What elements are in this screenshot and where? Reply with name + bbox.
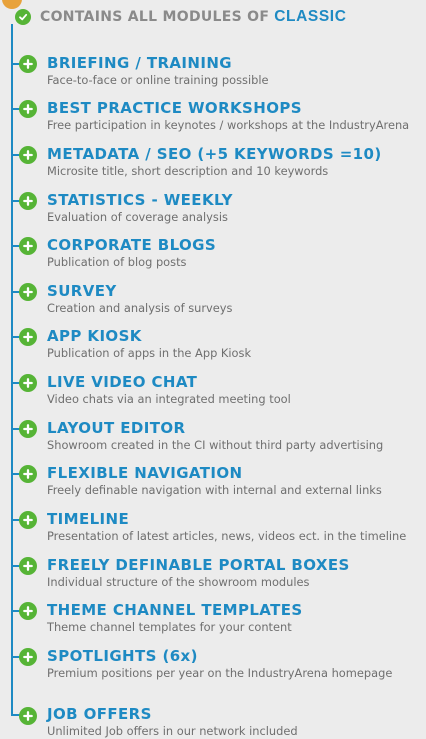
- plus-circle-icon: [19, 420, 37, 438]
- plus-circle-icon: [19, 192, 37, 210]
- plus-circle-icon: [19, 511, 37, 529]
- plus-circle-icon: [19, 374, 37, 392]
- feature-title: BEST PRACTICE WORKSHOPS: [47, 99, 302, 117]
- feature-title: FLEXIBLE NAVIGATION: [47, 464, 243, 482]
- feature-description: Freely definable navigation with interna…: [47, 483, 382, 497]
- plus-circle-icon: [19, 707, 37, 725]
- feature-description: Individual structure of the showroom mod…: [47, 575, 310, 589]
- feature-description: Presentation of latest articles, news, v…: [47, 529, 407, 543]
- plus-circle-icon: [19, 465, 37, 483]
- plus-circle-icon: [19, 55, 37, 73]
- feature-title: CORPORATE BLOGS: [47, 236, 217, 254]
- feature-title: TIMELINE: [47, 510, 130, 528]
- feature-title: LAYOUT EDITOR: [47, 419, 186, 437]
- plus-circle-icon: [19, 602, 37, 620]
- feature-description: Unlimited Job offers in our network incl…: [47, 724, 298, 738]
- feature-title: APP KIOSK: [47, 327, 142, 345]
- check-circle-icon: [15, 9, 31, 25]
- feature-description: Face-to-face or online training possible: [47, 73, 269, 87]
- feature-title: STATISTICS - WEEKLY: [47, 191, 233, 209]
- plus-circle-icon: [19, 237, 37, 255]
- feature-title: BRIEFING / TRAINING: [47, 54, 232, 72]
- plus-circle-icon: [19, 146, 37, 164]
- plus-circle-icon: [19, 100, 37, 118]
- feature-description: Showroom created in the CI without third…: [47, 438, 384, 452]
- classic-brand-label: CLASSIC: [274, 8, 347, 25]
- plus-circle-icon: [19, 648, 37, 666]
- feature-description: Publication of apps in the App Kiosk: [47, 346, 252, 360]
- feature-title: SPOTLIGHTS (6x): [47, 647, 198, 665]
- feature-description: Evaluation of coverage analysis: [47, 210, 228, 224]
- feature-title: THEME CHANNEL TEMPLATES: [47, 601, 303, 619]
- plus-circle-icon: [19, 328, 37, 346]
- header-label: CONTAINS ALL MODULES OF: [40, 9, 270, 25]
- feature-title: JOB OFFERS: [47, 705, 152, 723]
- plus-circle-icon: [19, 283, 37, 301]
- feature-title: LIVE VIDEO CHAT: [47, 373, 198, 391]
- feature-title: SURVEY: [47, 282, 117, 300]
- tree-connector-line: [11, 24, 13, 716]
- feature-description: Theme channel templates for your content: [47, 620, 292, 634]
- feature-title: METADATA / SEO (+5 KEYWORDS =10): [47, 145, 382, 163]
- feature-description: Creation and analysis of surveys: [47, 301, 233, 315]
- feature-description: Free participation in keynotes / worksho…: [47, 118, 410, 132]
- feature-description: Video chats via an integrated meeting to…: [47, 392, 291, 406]
- feature-description: Microsite title, short description and 1…: [47, 164, 329, 178]
- modules-header: CONTAINS ALL MODULES OF CLASSIC: [15, 6, 347, 28]
- feature-description: Publication of blog posts: [47, 255, 187, 269]
- feature-title: FREELY DEFINABLE PORTAL BOXES: [47, 556, 350, 574]
- feature-description: Premium positions per year on the Indust…: [47, 666, 393, 680]
- plus-circle-icon: [19, 557, 37, 575]
